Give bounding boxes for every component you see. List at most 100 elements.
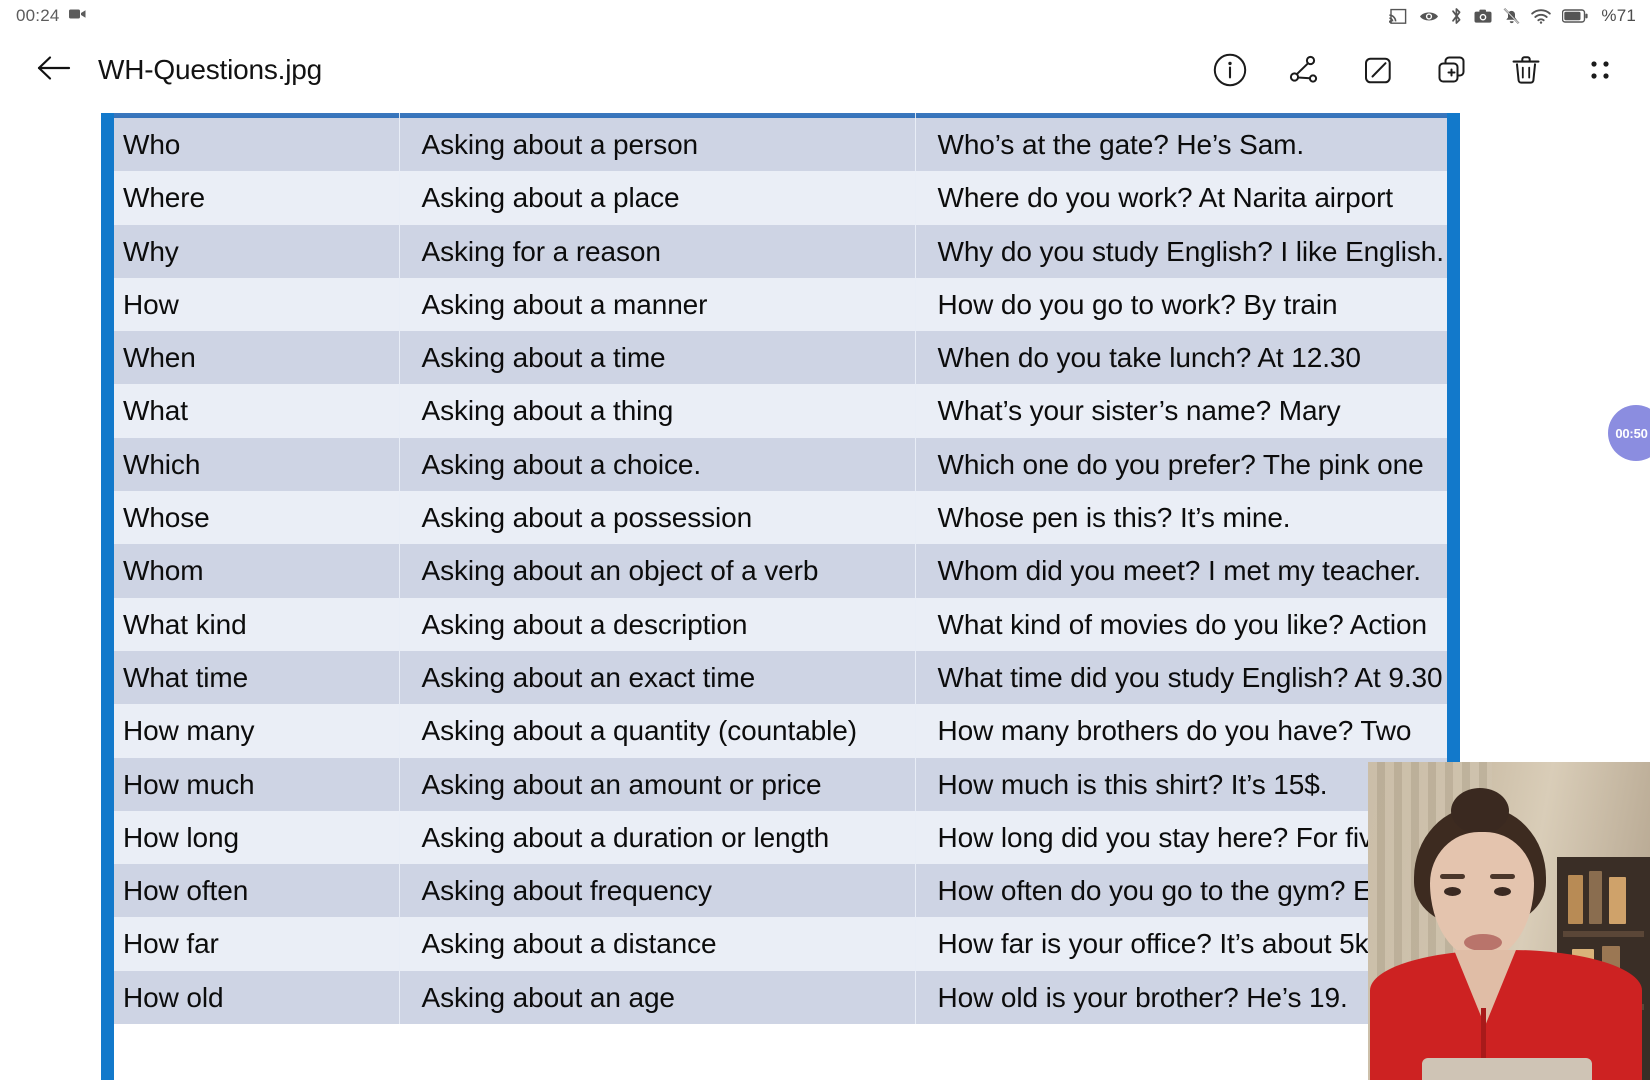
- table-row: How many Asking about a quantity (countab…: [101, 704, 1460, 758]
- share-button[interactable]: [1282, 48, 1326, 92]
- cell-wh-word: What time: [101, 650, 400, 705]
- cell-wh-word: Whom: [101, 544, 400, 598]
- presenter-eyebrow: [1440, 874, 1465, 879]
- table-body: Who Asking about a person Who’s at the gat…: [101, 118, 1460, 1025]
- cell-wh-word: How many: [101, 704, 400, 758]
- cell-example: Whose pen is this? It’s mine.: [915, 491, 1460, 545]
- table-row: What time Asking about an exact time What …: [101, 650, 1460, 705]
- presenter-eye: [1494, 887, 1511, 896]
- cell-use: Asking about a quantity (countable): [399, 704, 916, 758]
- cell-example: Who’s at the gate? He’s Sam.: [915, 118, 1460, 172]
- table-row: How often Asking about frequency How often…: [101, 864, 1460, 918]
- cell-wh-word: When: [101, 331, 400, 385]
- add-to-album-icon: [1434, 52, 1470, 88]
- webcam-scene: [1368, 762, 1650, 1080]
- cell-example: Where do you work? At Narita airport: [915, 171, 1460, 225]
- cell-wh-word: What: [101, 384, 400, 438]
- cell-example: Whom did you meet? I met my teacher.: [915, 544, 1460, 598]
- cell-wh-word: Where: [101, 171, 400, 225]
- presenter-mouth: [1464, 934, 1502, 951]
- cell-use: Asking about a manner: [399, 277, 916, 332]
- status-bar: 00:24 %71: [0, 0, 1650, 32]
- cell-example: How many brothers do you have? Two: [915, 704, 1460, 758]
- table-row: How much Asking about an amount or price H…: [101, 757, 1460, 811]
- cell-example: When do you take lunch? At 12.30: [915, 331, 1460, 385]
- table-row: What kind Asking about a description What …: [101, 597, 1460, 651]
- wh-questions-table: WH Question Use Example WhoAsking about …: [101, 108, 1460, 1025]
- app-bar-actions: [1208, 48, 1632, 92]
- table-row: Why Asking for a reason Why do you study E…: [101, 224, 1460, 278]
- delete-button[interactable]: [1504, 48, 1548, 92]
- cell-wh-word: How old: [101, 970, 400, 1025]
- wifi-icon: [1531, 8, 1552, 24]
- cell-use: Asking for a reason: [399, 224, 916, 278]
- bell-muted-icon: [1503, 7, 1520, 25]
- cell-wh-word: Whose: [101, 491, 400, 545]
- add-to-album-button[interactable]: [1430, 48, 1474, 92]
- edit-icon: [1360, 52, 1396, 88]
- cell-use: Asking about a time: [399, 331, 916, 385]
- table-row: When Asking about a time When do you take …: [101, 331, 1460, 385]
- info-button[interactable]: [1208, 48, 1252, 92]
- cell-wh-word: Why: [101, 224, 400, 278]
- book: [1609, 877, 1626, 925]
- recording-timer-badge[interactable]: 00:50: [1608, 405, 1650, 461]
- status-bar-right: %71: [1389, 6, 1636, 26]
- book: [1568, 875, 1583, 925]
- cell-wh-word: How often: [101, 864, 400, 918]
- cell-use: Asking about an amount or price: [399, 757, 916, 811]
- recording-timer-label: 00:50: [1615, 425, 1648, 441]
- file-name-title: WH-Questions.jpg: [98, 54, 322, 85]
- table-row: How far Asking about a distance How far is…: [101, 917, 1460, 971]
- photo-viewer-screen: 00:24 %71 WH-Questions.jpg Who Asking ab…: [0, 0, 1650, 1080]
- presenter-eyebrow: [1490, 874, 1515, 879]
- battery-icon: [1562, 9, 1588, 23]
- table-row: How old Asking about an age How old is you…: [101, 970, 1460, 1025]
- cell-use: Asking about a distance: [399, 917, 916, 971]
- app-bar: WH-Questions WH-Questions.jpg: [0, 32, 1650, 108]
- cell-wh-word: How much: [101, 757, 400, 811]
- cell-use: Asking about a choice.: [399, 437, 916, 492]
- webcam-pip[interactable]: [1368, 762, 1650, 1080]
- back-button[interactable]: [30, 46, 78, 94]
- bluetooth-icon: [1450, 7, 1463, 25]
- battery-percent: %71: [1601, 6, 1636, 25]
- screencast-icon: [1389, 8, 1408, 25]
- status-bar-left: 00:24: [16, 6, 86, 26]
- eye-icon: [1419, 10, 1439, 23]
- cell-wh-word: Who: [101, 118, 400, 172]
- table-row: Who Asking about a person Who’s at the gat…: [101, 118, 1460, 172]
- table-row: Whose Asking about a possession Whose pen …: [101, 491, 1460, 545]
- slide-left-border: [101, 108, 114, 1080]
- edit-button[interactable]: [1356, 48, 1400, 92]
- table-row: What Asking about a thing What’s your sist…: [101, 384, 1460, 438]
- cell-use: Asking about a duration or length: [399, 810, 916, 865]
- more-options-button[interactable]: [1578, 48, 1622, 92]
- cell-wh-word: How: [101, 277, 400, 332]
- cell-example: What kind of movies do you like? Action: [915, 597, 1460, 651]
- image-viewer[interactable]: WH Question Use Example WhoAsking about …: [0, 108, 1650, 1080]
- cell-use: Asking about an object of a verb: [399, 544, 916, 598]
- more-grid-icon: [1585, 55, 1615, 85]
- status-clock: 00:24: [16, 6, 60, 25]
- share-icon: [1286, 52, 1322, 88]
- video-camera-icon: [68, 7, 86, 25]
- cell-wh-word: How far: [101, 917, 400, 971]
- book: [1588, 870, 1602, 925]
- cell-use: Asking about a person: [399, 118, 916, 172]
- cell-example: What time did you study English? At 9.30: [915, 650, 1460, 705]
- info-icon: [1212, 52, 1248, 88]
- cell-wh-word: How long: [101, 810, 400, 865]
- camera-icon: [1474, 9, 1492, 23]
- cell-wh-word: What kind: [101, 597, 400, 651]
- cell-use: Asking about frequency: [399, 864, 916, 918]
- cell-use: Asking about an exact time: [399, 650, 916, 705]
- delete-icon: [1508, 52, 1544, 88]
- back-arrow-icon: [37, 55, 71, 86]
- desk-edge: [1422, 1058, 1592, 1080]
- cell-use: Asking about a description: [399, 597, 916, 651]
- wh-questions-table-wrapper: WH Question Use Example WhoAsking about …: [101, 108, 1460, 1080]
- cell-use: Asking about a possession: [399, 491, 916, 545]
- table-row: Whom Asking about an object of a verb Whom…: [101, 544, 1460, 598]
- table-row: How long Asking about a duration or lengt…: [101, 810, 1460, 865]
